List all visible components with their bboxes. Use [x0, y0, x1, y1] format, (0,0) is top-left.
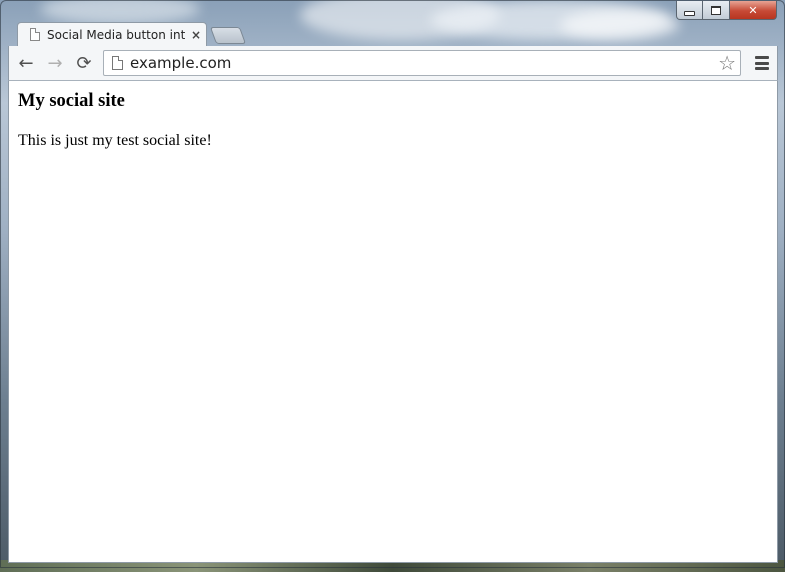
tab-strip: Social Media button integ × — [9, 21, 769, 46]
hamburger-menu-icon — [755, 61, 769, 65]
page-icon — [112, 56, 123, 70]
hamburger-menu-icon — [755, 67, 769, 70]
page-favicon-icon — [30, 28, 40, 41]
page-paragraph: This is just my test social site! — [18, 132, 212, 149]
close-window-button[interactable]: ✕ — [730, 1, 777, 20]
back-button[interactable]: ← — [15, 52, 37, 74]
address-bar[interactable]: ☆ — [103, 50, 741, 76]
browser-window: ✕ Social Media button integ × ← → ⟳ ☆ — [0, 0, 785, 568]
back-arrow-icon: ← — [18, 52, 34, 74]
browser-toolbar: ← → ⟳ ☆ — [8, 46, 778, 81]
tab-close-icon[interactable]: × — [191, 28, 201, 42]
page-heading: My social site — [18, 91, 125, 111]
reload-button[interactable]: ⟳ — [73, 52, 95, 74]
maximize-icon — [711, 5, 721, 15]
tab-title: Social Media button integ — [47, 27, 185, 42]
hamburger-menu-icon — [755, 56, 769, 59]
reload-icon: ⟳ — [76, 52, 92, 74]
window-caption-buttons: ✕ — [676, 1, 777, 21]
page-viewport: My social site This is just my test soci… — [8, 81, 778, 563]
forward-arrow-icon: → — [47, 52, 63, 74]
close-icon: ✕ — [748, 3, 758, 17]
tab-active[interactable]: Social Media button integ × — [17, 22, 207, 46]
bookmark-star-icon[interactable]: ☆ — [718, 52, 736, 74]
forward-button[interactable]: → — [44, 52, 66, 74]
address-input[interactable] — [130, 53, 690, 73]
minimize-icon — [684, 10, 695, 16]
chrome-menu-button[interactable] — [755, 56, 769, 70]
minimize-button[interactable] — [676, 1, 703, 20]
new-tab-button[interactable] — [209, 27, 247, 44]
maximize-button[interactable] — [703, 1, 730, 20]
